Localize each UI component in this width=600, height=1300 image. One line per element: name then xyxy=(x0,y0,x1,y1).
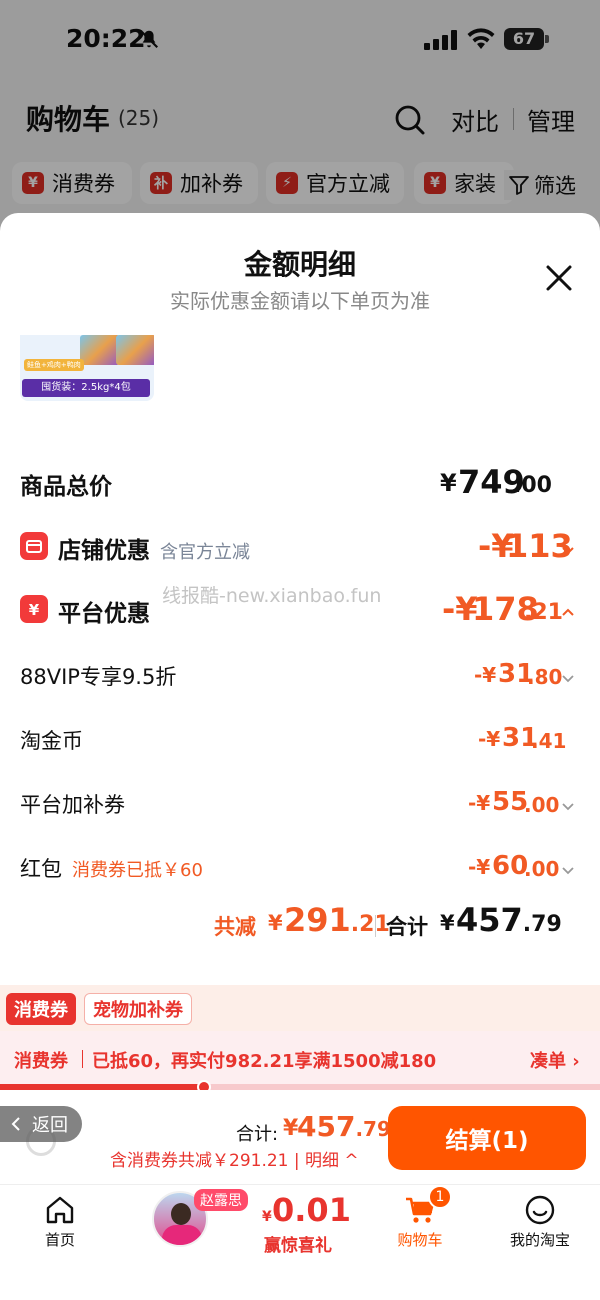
saved-currency: ¥ xyxy=(268,911,283,935)
close-icon[interactable] xyxy=(540,259,578,297)
tab-consumption-coupon[interactable]: 消费券 xyxy=(6,993,76,1025)
saved-label: 共减 xyxy=(214,915,256,939)
platform-subsidy-row[interactable]: 平台加补券 -¥ 55 .00 xyxy=(0,785,600,825)
platform-subsidy-decimal: .00 xyxy=(524,793,560,817)
vip-discount-prefix: -¥ xyxy=(474,663,497,687)
platform-subsidy-prefix: -¥ xyxy=(468,791,491,815)
red-packet-prefix: -¥ xyxy=(468,855,491,879)
promo-name-badge: 赵露思 xyxy=(194,1189,248,1211)
red-packet-label: 红包 消费券已抵￥60 xyxy=(20,853,203,883)
back-button[interactable]: 返回 xyxy=(0,1106,82,1142)
product-bag-image xyxy=(116,335,154,365)
store-discount-note: 含官方立减 xyxy=(160,542,250,563)
total-decimal: .79 xyxy=(522,912,562,937)
platform-discount-label: 平台优惠 xyxy=(58,601,150,627)
red-packet-note: 消费券已抵￥60 xyxy=(72,860,203,881)
discount-summary: 共减 ¥ 291.21 合计 ¥ 457.79 xyxy=(0,901,600,951)
platform-discount-decimal: .21 xyxy=(524,600,563,625)
summary-divider xyxy=(375,915,376,937)
red-packet-row[interactable]: 红包 消费券已抵￥60 -¥ 60 .00 xyxy=(0,849,600,889)
watermark: 线报酷-new.xianbao.fun xyxy=(162,585,382,607)
checkout-total-label: 合计: xyxy=(236,1124,279,1145)
avatar-body xyxy=(162,1225,202,1245)
coupon-icon: ¥ xyxy=(20,595,48,623)
tab-home[interactable]: 首页 xyxy=(10,1193,110,1250)
coupon-bar-divider xyxy=(82,1050,83,1068)
tab-cart-label: 购物车 xyxy=(397,1231,443,1249)
smiley-icon xyxy=(525,1195,555,1225)
total-price-decimal: .00 xyxy=(513,473,552,498)
home-icon xyxy=(46,1196,74,1224)
chevron-up-icon[interactable] xyxy=(560,604,576,620)
red-packet-title: 红包 xyxy=(20,857,62,881)
checkout-total: 457.79 xyxy=(297,1110,391,1143)
product-pack-label: 囤货装：2.5kg*4包 xyxy=(22,379,150,397)
sheet-title: 金额明细 xyxy=(243,248,356,281)
saved-decimal: .21 xyxy=(350,912,390,937)
saved-amount: 291.21 xyxy=(284,901,390,939)
tab-home-label: 首页 xyxy=(44,1231,75,1249)
platform-subsidy-label: 平台加补券 xyxy=(20,793,125,817)
checkout-integer: 457 xyxy=(297,1110,356,1143)
add-items-link[interactable]: 凑单 › xyxy=(530,1047,580,1073)
total-currency: ¥ xyxy=(440,911,455,935)
product-bag-image xyxy=(80,335,120,365)
product-tag: 鲑鱼+鸡肉+鸭肉 xyxy=(24,359,84,371)
bottom-tab-bar: 首页 赵露思 ¥ 0.01 赢惊喜礼 购物车 1 我的淘宝 xyxy=(0,1184,600,1300)
coupon-tabs: 消费券 宠物加补券 xyxy=(0,985,600,1031)
total-price-currency: ¥ xyxy=(440,469,457,497)
chevron-left-icon xyxy=(11,1117,20,1131)
tab-pet-subsidy-coupon[interactable]: 宠物加补券 xyxy=(84,993,192,1025)
sheet-subtitle: 实际优惠金额请以下单页为准 xyxy=(170,289,430,313)
svg-text:¥: ¥ xyxy=(29,601,40,619)
total-price-row: 商品总价 ¥ 749 .00 xyxy=(0,463,600,503)
checkout-button[interactable]: 结算(1) xyxy=(388,1106,586,1170)
tab-my-taobao[interactable]: 我的淘宝 xyxy=(490,1193,590,1250)
red-packet-decimal: .00 xyxy=(524,857,560,881)
taojinbi-label: 淘金币 xyxy=(20,729,83,753)
store-discount-label: 店铺优惠 含官方立减 xyxy=(58,531,250,565)
chevron-down-icon[interactable] xyxy=(560,799,576,815)
total-label: 合计 xyxy=(386,915,428,939)
tab-cart[interactable]: 购物车 xyxy=(370,1193,470,1250)
product-thumbnail[interactable]: 鲑鱼+鸡肉+鸭肉 囤货装：2.5kg*4包 xyxy=(20,335,154,401)
back-label: 返回 xyxy=(32,1115,68,1136)
total-price-label: 商品总价 xyxy=(20,474,112,500)
total-amount: 457.79 xyxy=(456,901,562,939)
store-discount-row[interactable]: 店铺优惠 含官方立减 -¥ 113 xyxy=(0,527,600,567)
platform-subsidy-integer: 55 xyxy=(492,787,529,817)
store-icon xyxy=(20,532,48,560)
saved-integer: 291 xyxy=(284,901,351,939)
checkout-detail-link[interactable]: 含消费券共减￥291.21 | 明细 ^ xyxy=(110,1146,359,1171)
checkout-bar: 返回 合计: ¥ 457.79 含消费券共减￥291.21 | 明细 ^ 结算(… xyxy=(0,1090,600,1184)
taojinbi-decimal: .41 xyxy=(531,729,567,753)
store-discount-title: 店铺优惠 xyxy=(58,538,150,564)
chevron-down-icon[interactable] xyxy=(560,863,576,879)
chevron-down-icon[interactable] xyxy=(560,543,576,559)
vip-discount-row[interactable]: 88VIP专享9.5折 -¥ 31 .80 xyxy=(0,657,600,697)
vip-discount-label: 88VIP专享9.5折 xyxy=(20,665,177,689)
red-packet-integer: 60 xyxy=(492,851,529,881)
promo-text[interactable]: 赢惊喜礼 xyxy=(264,1231,332,1256)
checkout-decimal: .79 xyxy=(355,1117,391,1141)
taojinbi-prefix: -¥ xyxy=(478,727,501,751)
tab-my-taobao-label: 我的淘宝 xyxy=(509,1231,570,1249)
cart-count-badge: 1 xyxy=(428,1185,452,1209)
promo-price[interactable]: 0.01 xyxy=(272,1191,351,1229)
taojinbi-row: 淘金币 -¥ 31 .41 xyxy=(0,721,600,761)
vip-discount-decimal: .80 xyxy=(527,665,563,689)
coupon-bar-text: 已抵60，再实付982.21享满1500减180 xyxy=(92,1051,437,1072)
chevron-down-icon[interactable] xyxy=(560,671,576,687)
promo-currency: ¥ xyxy=(262,1209,272,1225)
avatar-head xyxy=(171,1203,191,1225)
coupon-bar-label: 消费券 xyxy=(14,1051,68,1072)
total-integer: 457 xyxy=(456,901,523,939)
coupon-progress-bar: 消费券 已抵60，再实付982.21享满1500减180 凑单 › xyxy=(0,1031,600,1087)
